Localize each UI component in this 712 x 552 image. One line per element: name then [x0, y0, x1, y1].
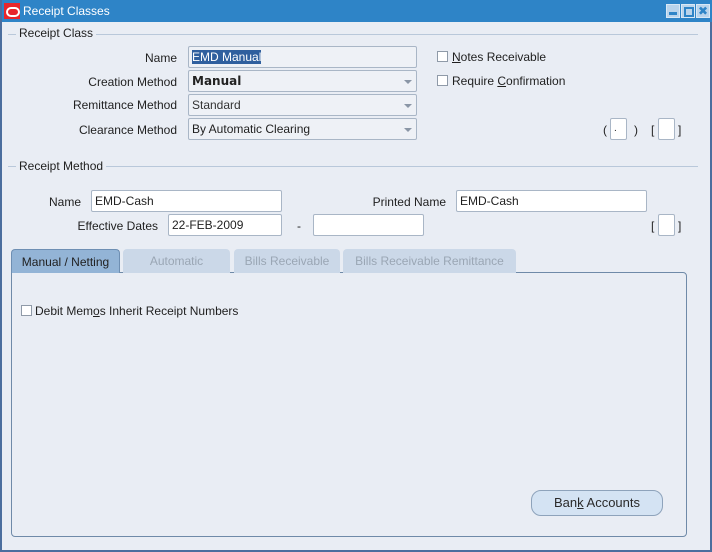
notes-receivable-checkbox[interactable] — [437, 51, 448, 62]
minimize-button[interactable] — [666, 4, 680, 18]
tab-bills-receivable[interactable]: Bills Receivable — [234, 249, 340, 273]
method-descriptive-flexfield[interactable] — [658, 214, 675, 236]
printed-name-field[interactable]: EMD-Cash — [456, 190, 647, 212]
effective-date-from-field[interactable]: 22-FEB-2009 — [168, 214, 282, 236]
receipt-class-name-field[interactable]: EMD Manual — [188, 46, 417, 68]
effective-date-to-field[interactable] — [313, 214, 424, 236]
bank-accounts-button[interactable]: Bank Accounts — [531, 490, 663, 516]
chevron-down-icon — [404, 104, 412, 108]
remittance-method-select[interactable]: Standard — [188, 94, 417, 116]
flexfield-bracket-close: ] — [678, 123, 682, 137]
window-title: Receipt Classes — [23, 4, 110, 18]
creation-method-label: Creation Method — [88, 75, 177, 89]
context-paren-close: ) — [634, 123, 638, 137]
receipt-method-section-title: Receipt Method — [16, 159, 107, 173]
receipt-class-section-title: Receipt Class — [16, 26, 97, 40]
receipt-class-name-value: EMD Manual — [192, 50, 262, 64]
receipt-class-divider — [8, 34, 698, 35]
require-confirmation-label: Require Confirmation — [452, 74, 566, 88]
close-button[interactable]: ✖ — [696, 4, 710, 18]
descriptive-flexfield[interactable] — [658, 118, 675, 140]
remittance-method-label: Remittance Method — [72, 98, 177, 112]
tab-bills-receivable-remittance[interactable]: Bills Receivable Remittance — [343, 249, 516, 273]
date-separator: - — [297, 219, 301, 233]
method-flexfield-bracket-open: [ — [651, 219, 655, 233]
chevron-down-icon — [404, 128, 412, 132]
title-bar[interactable]: Receipt Classes ✖ — [2, 0, 712, 22]
creation-method-value: Manual — [192, 74, 242, 88]
tab-manual-netting[interactable]: Manual / Netting — [11, 249, 120, 273]
clearance-method-label: Clearance Method — [78, 123, 177, 137]
maximize-button[interactable] — [681, 4, 695, 18]
chevron-down-icon — [404, 80, 412, 84]
context-field[interactable]: . — [610, 118, 627, 140]
receipt-method-divider — [8, 166, 698, 167]
clearance-method-select[interactable]: By Automatic Clearing — [188, 118, 417, 140]
effective-dates-label: Effective Dates — [77, 219, 158, 233]
creation-method-select[interactable]: Manual — [188, 70, 417, 92]
remittance-method-value: Standard — [192, 98, 241, 112]
debit-memos-inherit-label: Debit Memos Inherit Receipt Numbers — [35, 304, 239, 318]
notes-receivable-label: Notes Receivable — [452, 50, 547, 64]
debit-memos-inherit-checkbox[interactable] — [21, 305, 32, 316]
printed-name-label: Printed Name — [372, 195, 446, 209]
receipt-method-name-field[interactable]: EMD-Cash — [91, 190, 282, 212]
method-name-label: Name — [48, 195, 81, 209]
receipt-classes-window: Receipt Classes ✖ Receipt Class Name EMD… — [0, 0, 712, 552]
require-confirmation-checkbox[interactable] — [437, 75, 448, 86]
flexfield-bracket-open: [ — [651, 123, 655, 137]
tab-automatic[interactable]: Automatic — [123, 249, 230, 273]
context-paren-open: ( — [603, 123, 607, 137]
oracle-logo-icon — [4, 3, 20, 19]
name-label: Name — [144, 51, 177, 65]
method-flexfield-bracket-close: ] — [678, 219, 682, 233]
clearance-method-value: By Automatic Clearing — [192, 122, 311, 136]
